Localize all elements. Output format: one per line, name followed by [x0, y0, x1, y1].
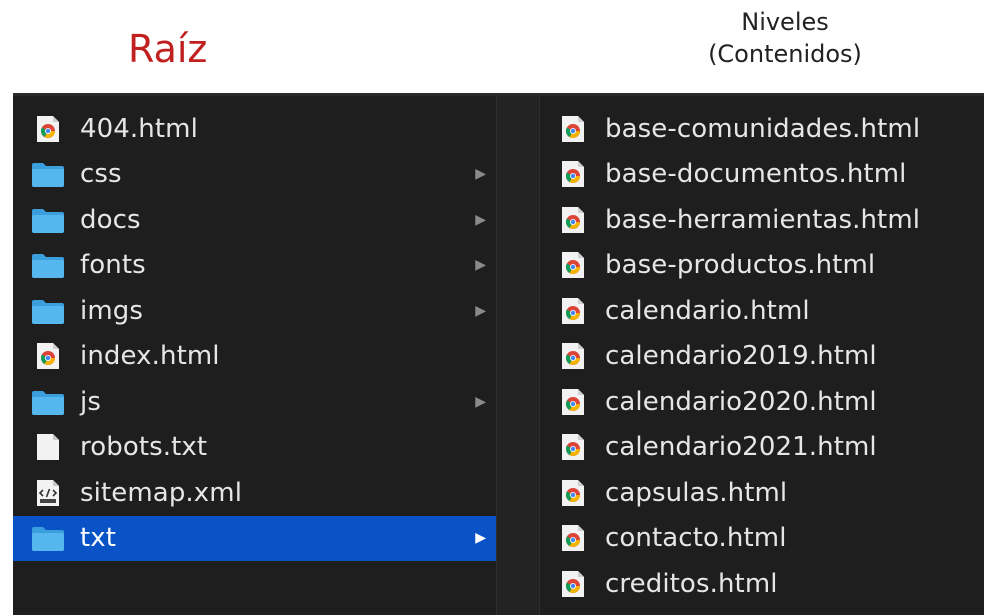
chrome-file-icon [555, 569, 591, 599]
file-row[interactable]: base-documentos.html [547, 152, 984, 198]
chrome-file-icon [555, 432, 591, 462]
item-name: base-comunidades.html [605, 114, 920, 144]
chrome-file-icon [555, 114, 591, 144]
item-name: calendario2020.html [605, 387, 877, 417]
root-label: Raíz [128, 30, 207, 68]
item-name: index.html [80, 341, 220, 371]
file-row[interactable]: calendario2020.html [547, 379, 984, 425]
chrome-file-icon [555, 205, 591, 235]
file-row[interactable]: base-productos.html [547, 243, 984, 289]
chrome-file-icon [555, 250, 591, 280]
levels-label-line2: (Contenidos) [660, 38, 910, 70]
disclosure-arrow-icon: ▶ [475, 212, 486, 228]
file-row[interactable]: creditos.html [547, 561, 984, 607]
folder-row[interactable]: fonts ▶ [13, 243, 496, 289]
item-name: calendario.html [605, 296, 810, 326]
item-name: base-documentos.html [605, 159, 906, 189]
file-row[interactable]: contacto.html [547, 516, 984, 562]
item-name: robots.txt [80, 432, 207, 462]
chrome-file-icon [555, 478, 591, 508]
chrome-file-icon [30, 114, 66, 144]
file-row[interactable]: base-herramientas.html [547, 197, 984, 243]
disclosure-arrow-icon: ▶ [475, 257, 486, 273]
folder-row[interactable]: js ▶ [13, 379, 496, 425]
item-name: creditos.html [605, 569, 778, 599]
chrome-file-icon [30, 341, 66, 371]
chrome-file-icon [555, 159, 591, 189]
file-row[interactable]: robots.txt [13, 425, 496, 471]
column-browser: 404.html css ▶ docs ▶ fonts ▶ imgs ▶ index.html js… [13, 93, 984, 615]
file-row[interactable]: calendario2019.html [547, 334, 984, 380]
item-name: css [80, 159, 122, 189]
folder-icon [30, 159, 66, 189]
item-name: fonts [80, 250, 146, 280]
item-name: txt [80, 523, 116, 553]
folder-row[interactable]: imgs ▶ [13, 288, 496, 334]
item-name: base-herramientas.html [605, 205, 920, 235]
file-row[interactable]: base-comunidades.html [547, 106, 984, 152]
disclosure-arrow-icon: ▶ [475, 394, 486, 410]
chrome-file-icon [555, 296, 591, 326]
text-file-icon [30, 432, 66, 462]
item-name: capsulas.html [605, 478, 787, 508]
item-name: js [80, 387, 101, 417]
file-row[interactable]: calendario2021.html [547, 425, 984, 471]
disclosure-arrow-icon: ▶ [475, 166, 486, 182]
folder-icon [30, 250, 66, 280]
chrome-file-icon [555, 523, 591, 553]
file-row[interactable]: sitemap.xml [13, 470, 496, 516]
folder-icon [30, 387, 66, 417]
chrome-file-icon [555, 341, 591, 371]
folder-row[interactable]: docs ▶ [13, 197, 496, 243]
item-name: calendario2021.html [605, 432, 877, 462]
item-name: 404.html [80, 114, 198, 144]
folder-icon [30, 205, 66, 235]
disclosure-arrow-icon: ▶ [475, 530, 486, 546]
levels-label: Niveles (Contenidos) [660, 6, 910, 70]
item-name: base-productos.html [605, 250, 875, 280]
folder-icon [30, 523, 66, 553]
file-row[interactable]: index.html [13, 334, 496, 380]
folder-row[interactable]: css ▶ [13, 152, 496, 198]
xml-file-icon [30, 478, 66, 508]
file-row[interactable]: 404.html [13, 106, 496, 152]
item-name: docs [80, 205, 141, 235]
item-name: sitemap.xml [80, 478, 242, 508]
levels-label-line1: Niveles [660, 6, 910, 38]
file-row[interactable]: capsulas.html [547, 470, 984, 516]
file-row[interactable]: calendario.html [547, 288, 984, 334]
item-name: calendario2019.html [605, 341, 877, 371]
partial-file-row [547, 607, 984, 615]
item-name: imgs [80, 296, 143, 326]
column-divider[interactable] [496, 96, 540, 615]
item-name: contacto.html [605, 523, 787, 553]
root-column: 404.html css ▶ docs ▶ fonts ▶ imgs ▶ index.html js… [13, 106, 496, 561]
disclosure-arrow-icon: ▶ [475, 303, 486, 319]
folder-row[interactable]: txt ▶ [13, 516, 496, 562]
chrome-file-icon [555, 387, 591, 417]
contents-column: base-comunidades.html base-documentos.htm… [547, 106, 984, 615]
folder-icon [30, 296, 66, 326]
